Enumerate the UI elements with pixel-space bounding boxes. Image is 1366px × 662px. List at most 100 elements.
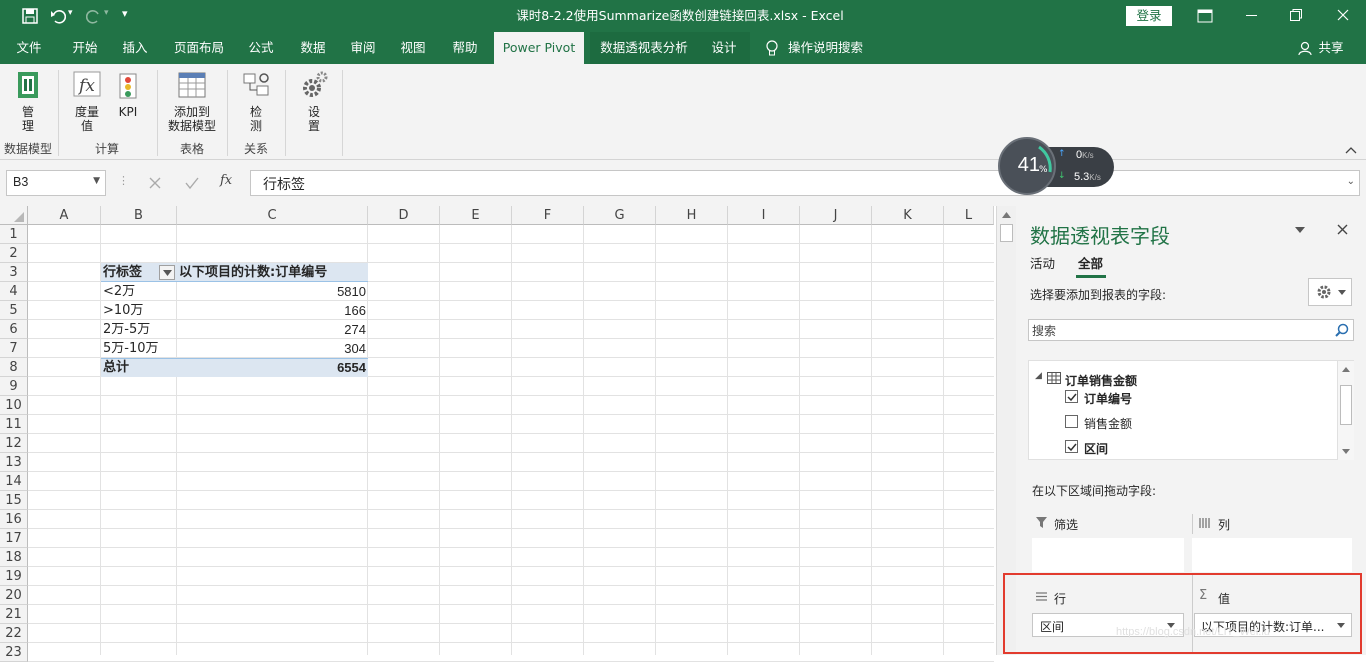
- column-header[interactable]: I: [728, 206, 800, 225]
- tab-formulas[interactable]: 公式: [240, 32, 282, 64]
- collapse-table-icon[interactable]: ◢: [1035, 371, 1042, 381]
- row-header[interactable]: 17: [0, 529, 28, 548]
- pivot-total-value[interactable]: 6554: [178, 358, 366, 377]
- row-header[interactable]: 10: [0, 396, 28, 415]
- insert-function-icon[interactable]: fx: [220, 173, 232, 188]
- row-header[interactable]: 22: [0, 624, 28, 643]
- scroll-thumb[interactable]: [1000, 224, 1013, 242]
- tab-active-fields[interactable]: 活动: [1030, 253, 1055, 272]
- field-list-scrollbar[interactable]: [1337, 361, 1354, 460]
- column-header[interactable]: E: [440, 206, 512, 225]
- redo-dropdown-icon[interactable]: ▾: [104, 8, 109, 18]
- close-icon[interactable]: [1337, 9, 1349, 21]
- tab-design[interactable]: 设计: [698, 32, 750, 64]
- settings-button[interactable]: 设 置: [294, 68, 334, 133]
- filters-drop-zone[interactable]: [1032, 538, 1184, 572]
- pivot-row-value[interactable]: 166: [178, 301, 366, 320]
- tab-all-fields[interactable]: 全部: [1078, 253, 1103, 272]
- row-header[interactable]: 16: [0, 510, 28, 529]
- row-header[interactable]: 6: [0, 320, 28, 339]
- undo-icon[interactable]: [50, 8, 66, 24]
- row-header[interactable]: 21: [0, 605, 28, 624]
- row-header[interactable]: 19: [0, 567, 28, 586]
- network-speed-widget[interactable]: 41 % ↑ 0K/s ↓ 5.3K/s: [998, 137, 1116, 197]
- column-header[interactable]: L: [944, 206, 994, 225]
- column-header[interactable]: B: [101, 206, 177, 225]
- pivot-row-label[interactable]: 5万-10万: [103, 339, 175, 358]
- collapse-ribbon-icon[interactable]: [1345, 146, 1357, 154]
- field-checkbox-checked[interactable]: [1065, 390, 1078, 403]
- pivot-row-label[interactable]: <2万: [103, 282, 175, 301]
- row-header[interactable]: 1: [0, 225, 28, 244]
- pane-close-icon[interactable]: [1337, 224, 1348, 235]
- row-header[interactable]: 12: [0, 434, 28, 453]
- measures-button[interactable]: fx 度量 值: [66, 68, 108, 133]
- pivot-row-value[interactable]: 274: [178, 320, 366, 339]
- enter-icon[interactable]: [184, 176, 200, 190]
- pivot-row-labels-header[interactable]: 行标签: [103, 263, 159, 282]
- share-button[interactable]: 共享: [1314, 32, 1348, 64]
- column-header[interactable]: H: [656, 206, 728, 225]
- pivot-row-label[interactable]: 2万-5万: [103, 320, 175, 339]
- restore-icon[interactable]: [1290, 9, 1302, 21]
- row-header[interactable]: 3: [0, 263, 28, 282]
- login-button[interactable]: 登录: [1126, 6, 1172, 26]
- row-header[interactable]: 11: [0, 415, 28, 434]
- field-checkbox-unchecked[interactable]: [1065, 415, 1078, 428]
- row-header[interactable]: 9: [0, 377, 28, 396]
- kpi-button[interactable]: KPI: [112, 68, 144, 119]
- pivot-row-value[interactable]: 5810: [178, 282, 366, 301]
- scroll-down-icon[interactable]: [1342, 449, 1350, 454]
- save-icon[interactable]: [22, 8, 38, 24]
- tab-review[interactable]: 审阅: [342, 32, 384, 64]
- row-header[interactable]: 18: [0, 548, 28, 567]
- expand-formula-icon[interactable]: ⌄: [1347, 176, 1355, 187]
- detect-button[interactable]: 检 测: [236, 68, 276, 133]
- row-header[interactable]: 8: [0, 358, 28, 377]
- row-header[interactable]: 2: [0, 244, 28, 263]
- pivot-total-label[interactable]: 总计: [103, 358, 175, 377]
- column-header[interactable]: C: [177, 206, 368, 225]
- column-header[interactable]: K: [872, 206, 944, 225]
- field-name[interactable]: 订单编号: [1084, 390, 1132, 407]
- row-header[interactable]: 15: [0, 491, 28, 510]
- pane-options-dropdown-icon[interactable]: [1295, 227, 1305, 233]
- field-name[interactable]: 区间: [1084, 440, 1108, 457]
- tab-file[interactable]: 文件: [8, 32, 50, 64]
- tab-help[interactable]: 帮助: [444, 32, 486, 64]
- row-header[interactable]: 5: [0, 301, 28, 320]
- field-name[interactable]: 销售金额: [1084, 415, 1132, 432]
- row-header[interactable]: 4: [0, 282, 28, 301]
- customize-qat-icon[interactable]: ▾: [122, 7, 128, 20]
- field-search-input[interactable]: 搜索: [1028, 319, 1354, 341]
- ribbon-display-icon[interactable]: [1197, 9, 1213, 23]
- cancel-icon[interactable]: [148, 176, 162, 190]
- row-header[interactable]: 13: [0, 453, 28, 472]
- column-header[interactable]: F: [512, 206, 584, 225]
- pivot-value-header[interactable]: 以下项目的计数:订单编号: [179, 263, 367, 282]
- column-header[interactable]: G: [584, 206, 656, 225]
- tab-home[interactable]: 开始: [64, 32, 106, 64]
- search-icon[interactable]: [1335, 323, 1349, 337]
- undo-dropdown-icon[interactable]: ▾: [68, 8, 73, 18]
- row-label-filter-dropdown[interactable]: [159, 265, 175, 280]
- tab-power-pivot[interactable]: Power Pivot: [494, 32, 584, 64]
- tab-page-layout[interactable]: 页面布局: [168, 32, 230, 64]
- pivot-row-value[interactable]: 304: [178, 339, 366, 358]
- pivot-row-label[interactable]: >10万: [103, 301, 175, 320]
- field-list-settings-button[interactable]: [1308, 278, 1352, 306]
- row-header[interactable]: 7: [0, 339, 28, 358]
- columns-drop-zone[interactable]: [1192, 538, 1352, 572]
- select-all-corner[interactable]: [0, 206, 28, 225]
- scroll-thumb[interactable]: [1340, 385, 1352, 425]
- row-header[interactable]: 14: [0, 472, 28, 491]
- formula-input[interactable]: 行标签 ⌄: [250, 170, 1360, 196]
- column-header[interactable]: D: [368, 206, 440, 225]
- minimize-icon[interactable]: [1246, 15, 1257, 16]
- worksheet-grid[interactable]: ABCDEFGHIJKL 1 2 3 4 5 6 7 8 9 10 11 12 13 14 15 16 17 18…: [0, 206, 996, 662]
- tab-pivot-analyze[interactable]: 数据透视表分析: [590, 32, 698, 64]
- name-box[interactable]: B3 ▼: [6, 170, 106, 196]
- field-checkbox-checked[interactable]: [1065, 440, 1078, 453]
- manage-button[interactable]: 管 理: [8, 68, 48, 133]
- scroll-up-icon[interactable]: [1342, 367, 1350, 372]
